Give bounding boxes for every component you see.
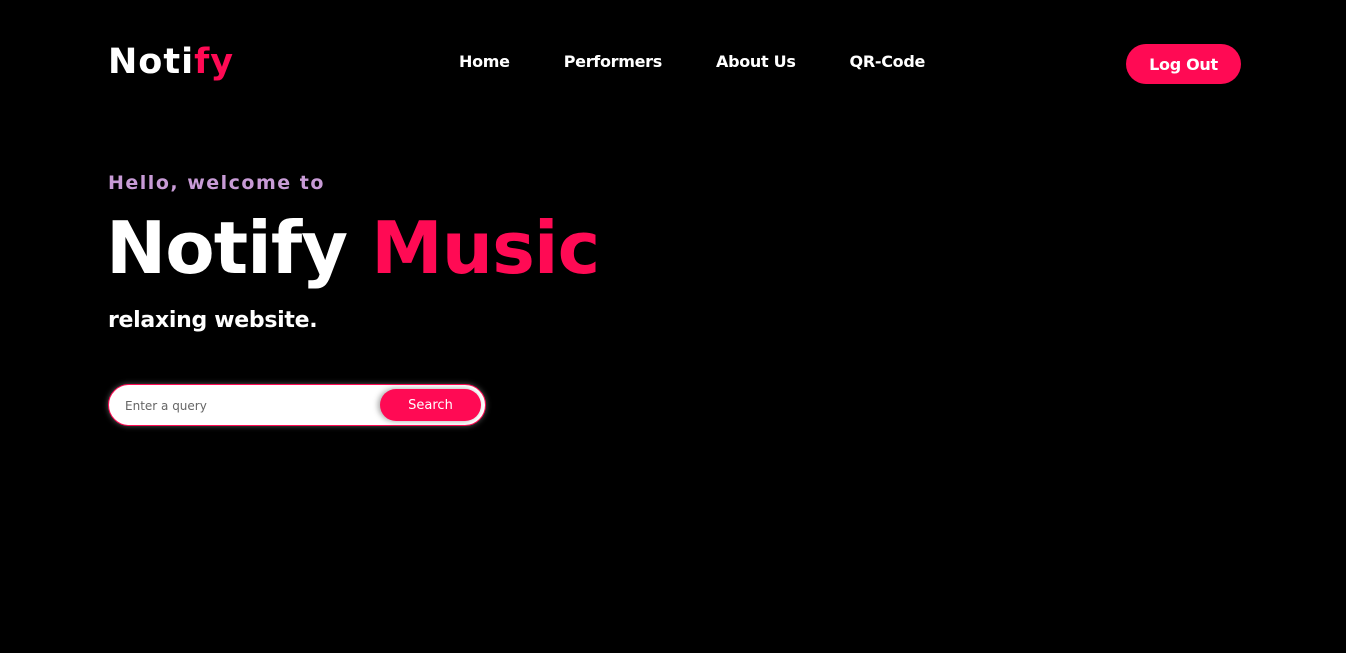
search-form: Search — [108, 384, 486, 427]
tagline: relaxing website. — [108, 308, 318, 333]
welcome-text: Hello, welcome to — [108, 172, 325, 194]
nav-qr-code[interactable]: QR-Code — [850, 51, 926, 73]
nav-about-us[interactable]: About Us — [716, 51, 796, 73]
search-input[interactable] — [123, 385, 377, 427]
logout-button[interactable]: Log Out — [1126, 44, 1241, 84]
hero-title: Notify Music — [106, 200, 600, 296]
logo-text-main: Noti — [108, 42, 195, 82]
logo-text-accent: fy — [194, 42, 235, 82]
nav-performers[interactable]: Performers — [564, 51, 663, 73]
main-nav: Home Performers About Us QR-Code — [459, 51, 925, 73]
hero-title-main: Notify — [106, 206, 348, 290]
page: Notify Home Performers About Us QR-Code … — [0, 0, 1346, 653]
search-button[interactable]: Search — [380, 389, 481, 421]
hero-title-accent: Music — [371, 206, 600, 290]
nav-home[interactable]: Home — [459, 51, 510, 73]
logo[interactable]: Notify — [108, 39, 234, 85]
